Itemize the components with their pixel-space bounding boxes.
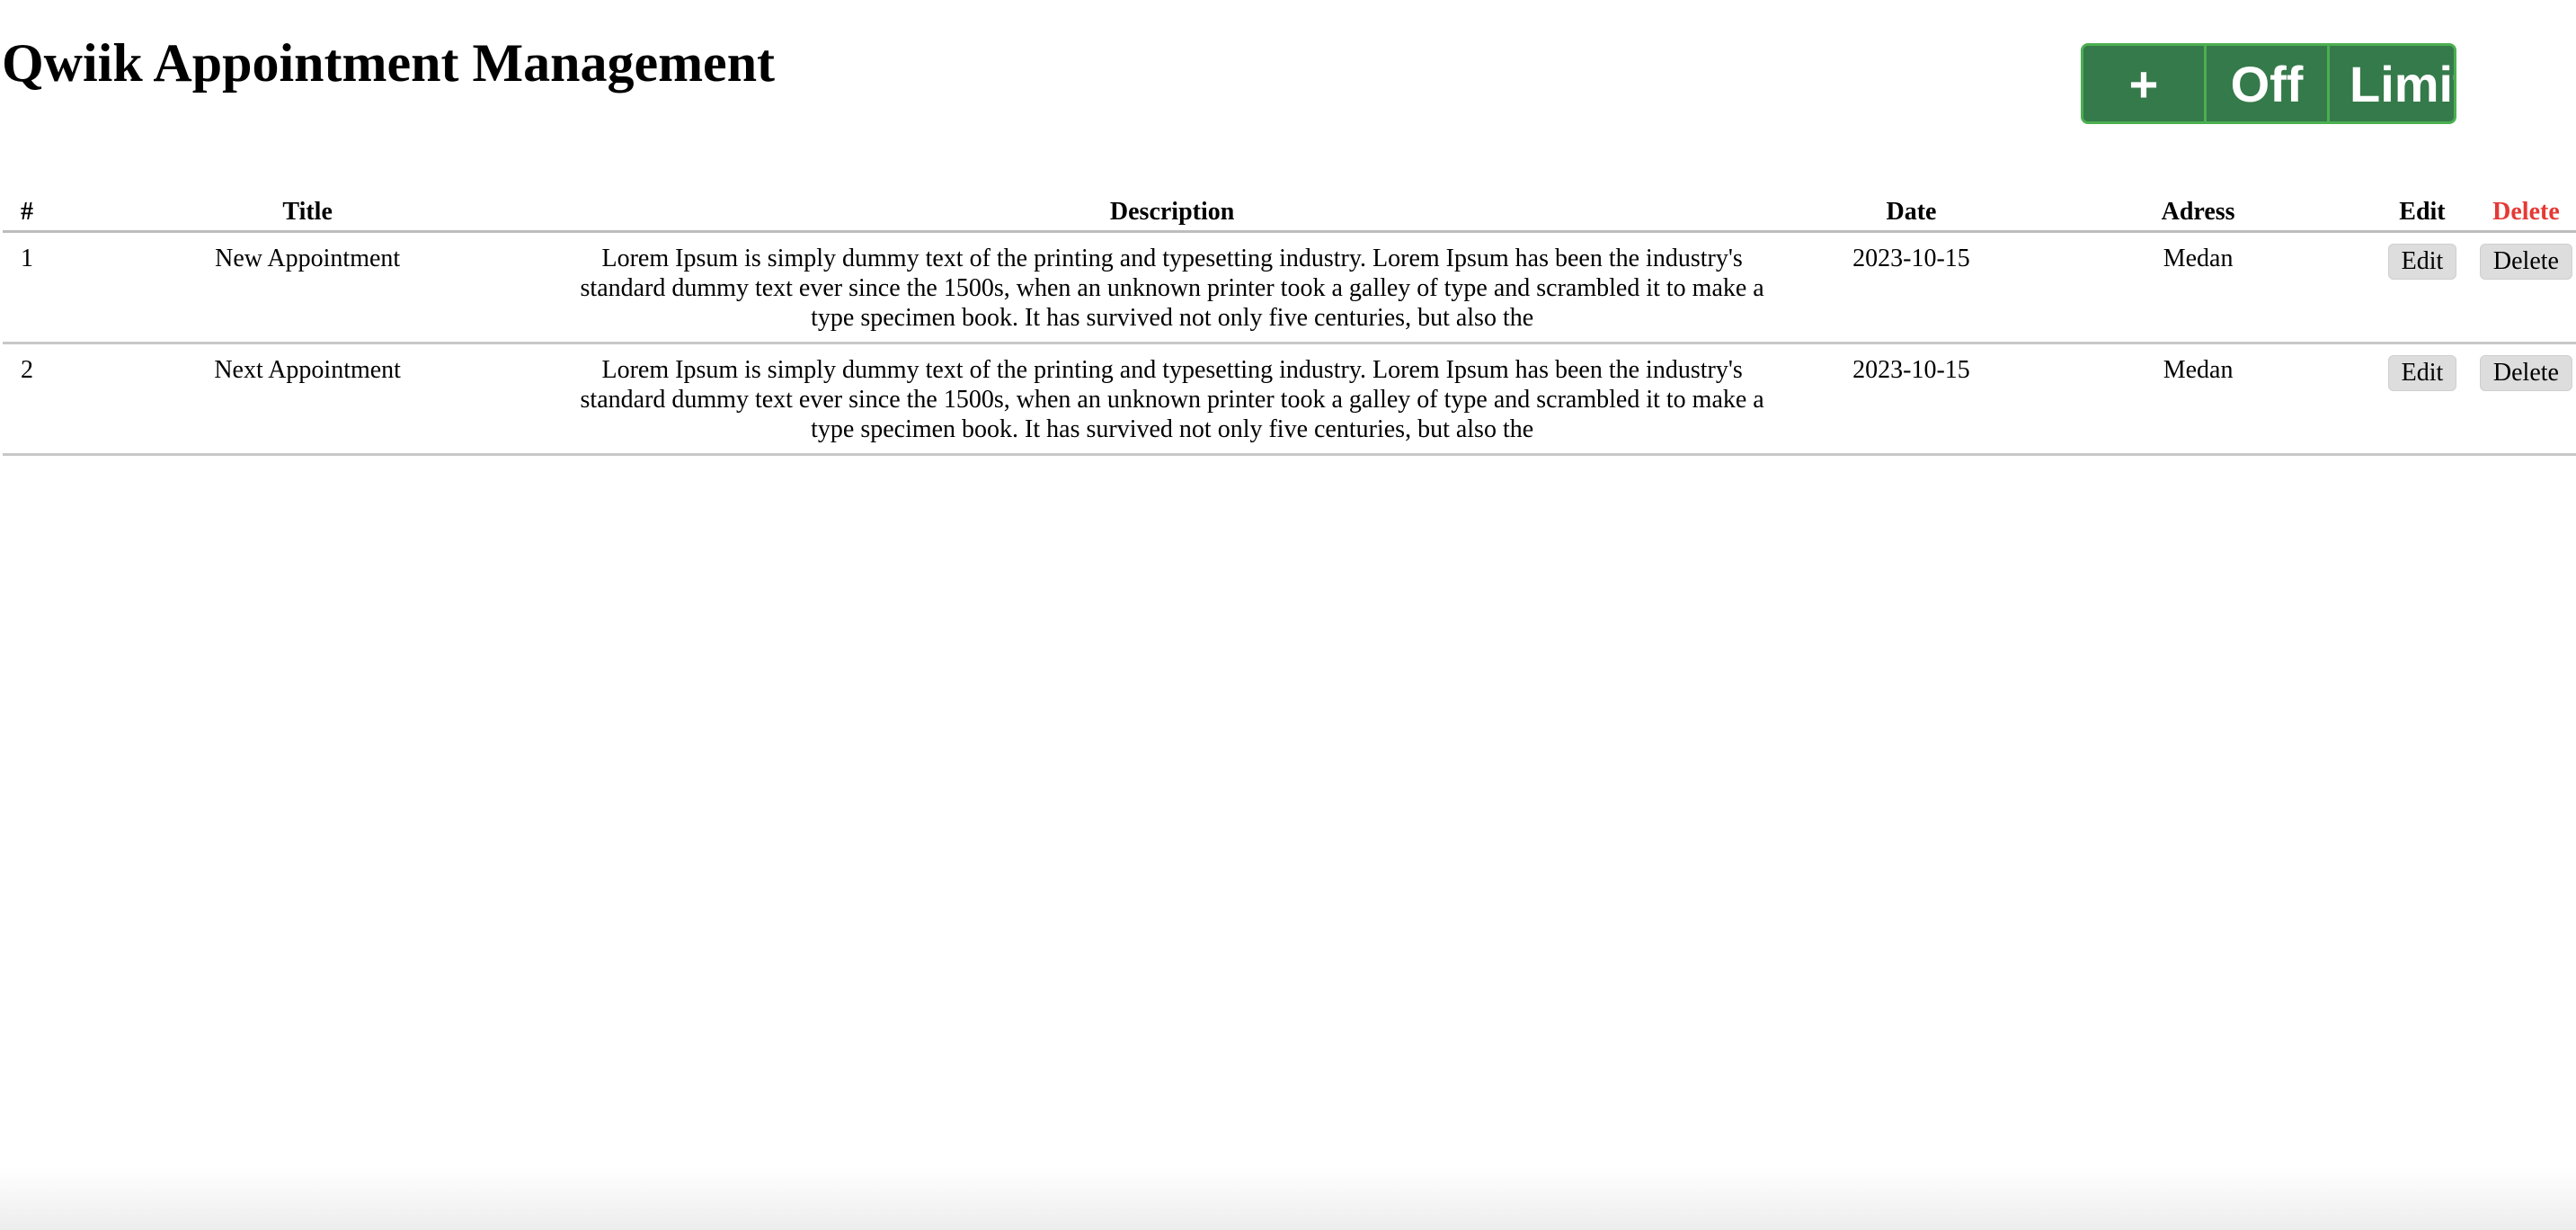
delete-button[interactable]: Delete bbox=[2479, 244, 2572, 280]
delete-button[interactable]: Delete bbox=[2479, 355, 2572, 391]
row-date: 2023-10-15 bbox=[1794, 343, 2029, 456]
edit-button[interactable]: Edit bbox=[2387, 355, 2457, 391]
header-title: Title bbox=[65, 193, 550, 233]
table-header-row: # Title Description Date Adress Edit Del… bbox=[3, 193, 2576, 233]
off-toggle-button[interactable]: Off bbox=[2207, 46, 2330, 121]
row-num: 2 bbox=[3, 343, 66, 456]
limit-button[interactable]: Limit bbox=[2330, 46, 2454, 121]
table-row: 2 Next Appointment Lorem Ipsum is simply… bbox=[3, 343, 2576, 456]
row-edit-cell: Edit bbox=[2368, 343, 2476, 456]
header-description: Description bbox=[549, 193, 1795, 233]
row-edit-cell: Edit bbox=[2368, 231, 2476, 344]
row-title: New Appointment bbox=[65, 231, 550, 344]
row-description: Lorem Ipsum is simply dummy text of the … bbox=[549, 343, 1795, 456]
action-toolbar: + Off Limit bbox=[2081, 43, 2456, 124]
edit-button[interactable]: Edit bbox=[2387, 244, 2457, 280]
row-date: 2023-10-15 bbox=[1794, 231, 2029, 344]
row-delete-cell: Delete bbox=[2475, 231, 2576, 344]
row-address: Medan bbox=[2028, 343, 2369, 456]
header-address: Adress bbox=[2028, 193, 2369, 233]
row-delete-cell: Delete bbox=[2475, 343, 2576, 456]
header-date: Date bbox=[1794, 193, 2029, 233]
row-description: Lorem Ipsum is simply dummy text of the … bbox=[549, 231, 1795, 344]
row-address: Medan bbox=[2028, 231, 2369, 344]
appointments-table: # Title Description Date Adress Edit Del… bbox=[3, 193, 2576, 456]
header-delete: Delete bbox=[2475, 193, 2576, 233]
header-edit: Edit bbox=[2368, 193, 2476, 233]
header-num: # bbox=[3, 193, 66, 233]
page-title: Qwiik Appointment Management bbox=[2, 33, 776, 93]
row-num: 1 bbox=[3, 231, 66, 344]
row-title: Next Appointment bbox=[65, 343, 550, 456]
add-appointment-button[interactable]: + bbox=[2083, 46, 2207, 121]
bottom-shadow bbox=[0, 1167, 2576, 1230]
table-row: 1 New Appointment Lorem Ipsum is simply … bbox=[3, 231, 2576, 344]
